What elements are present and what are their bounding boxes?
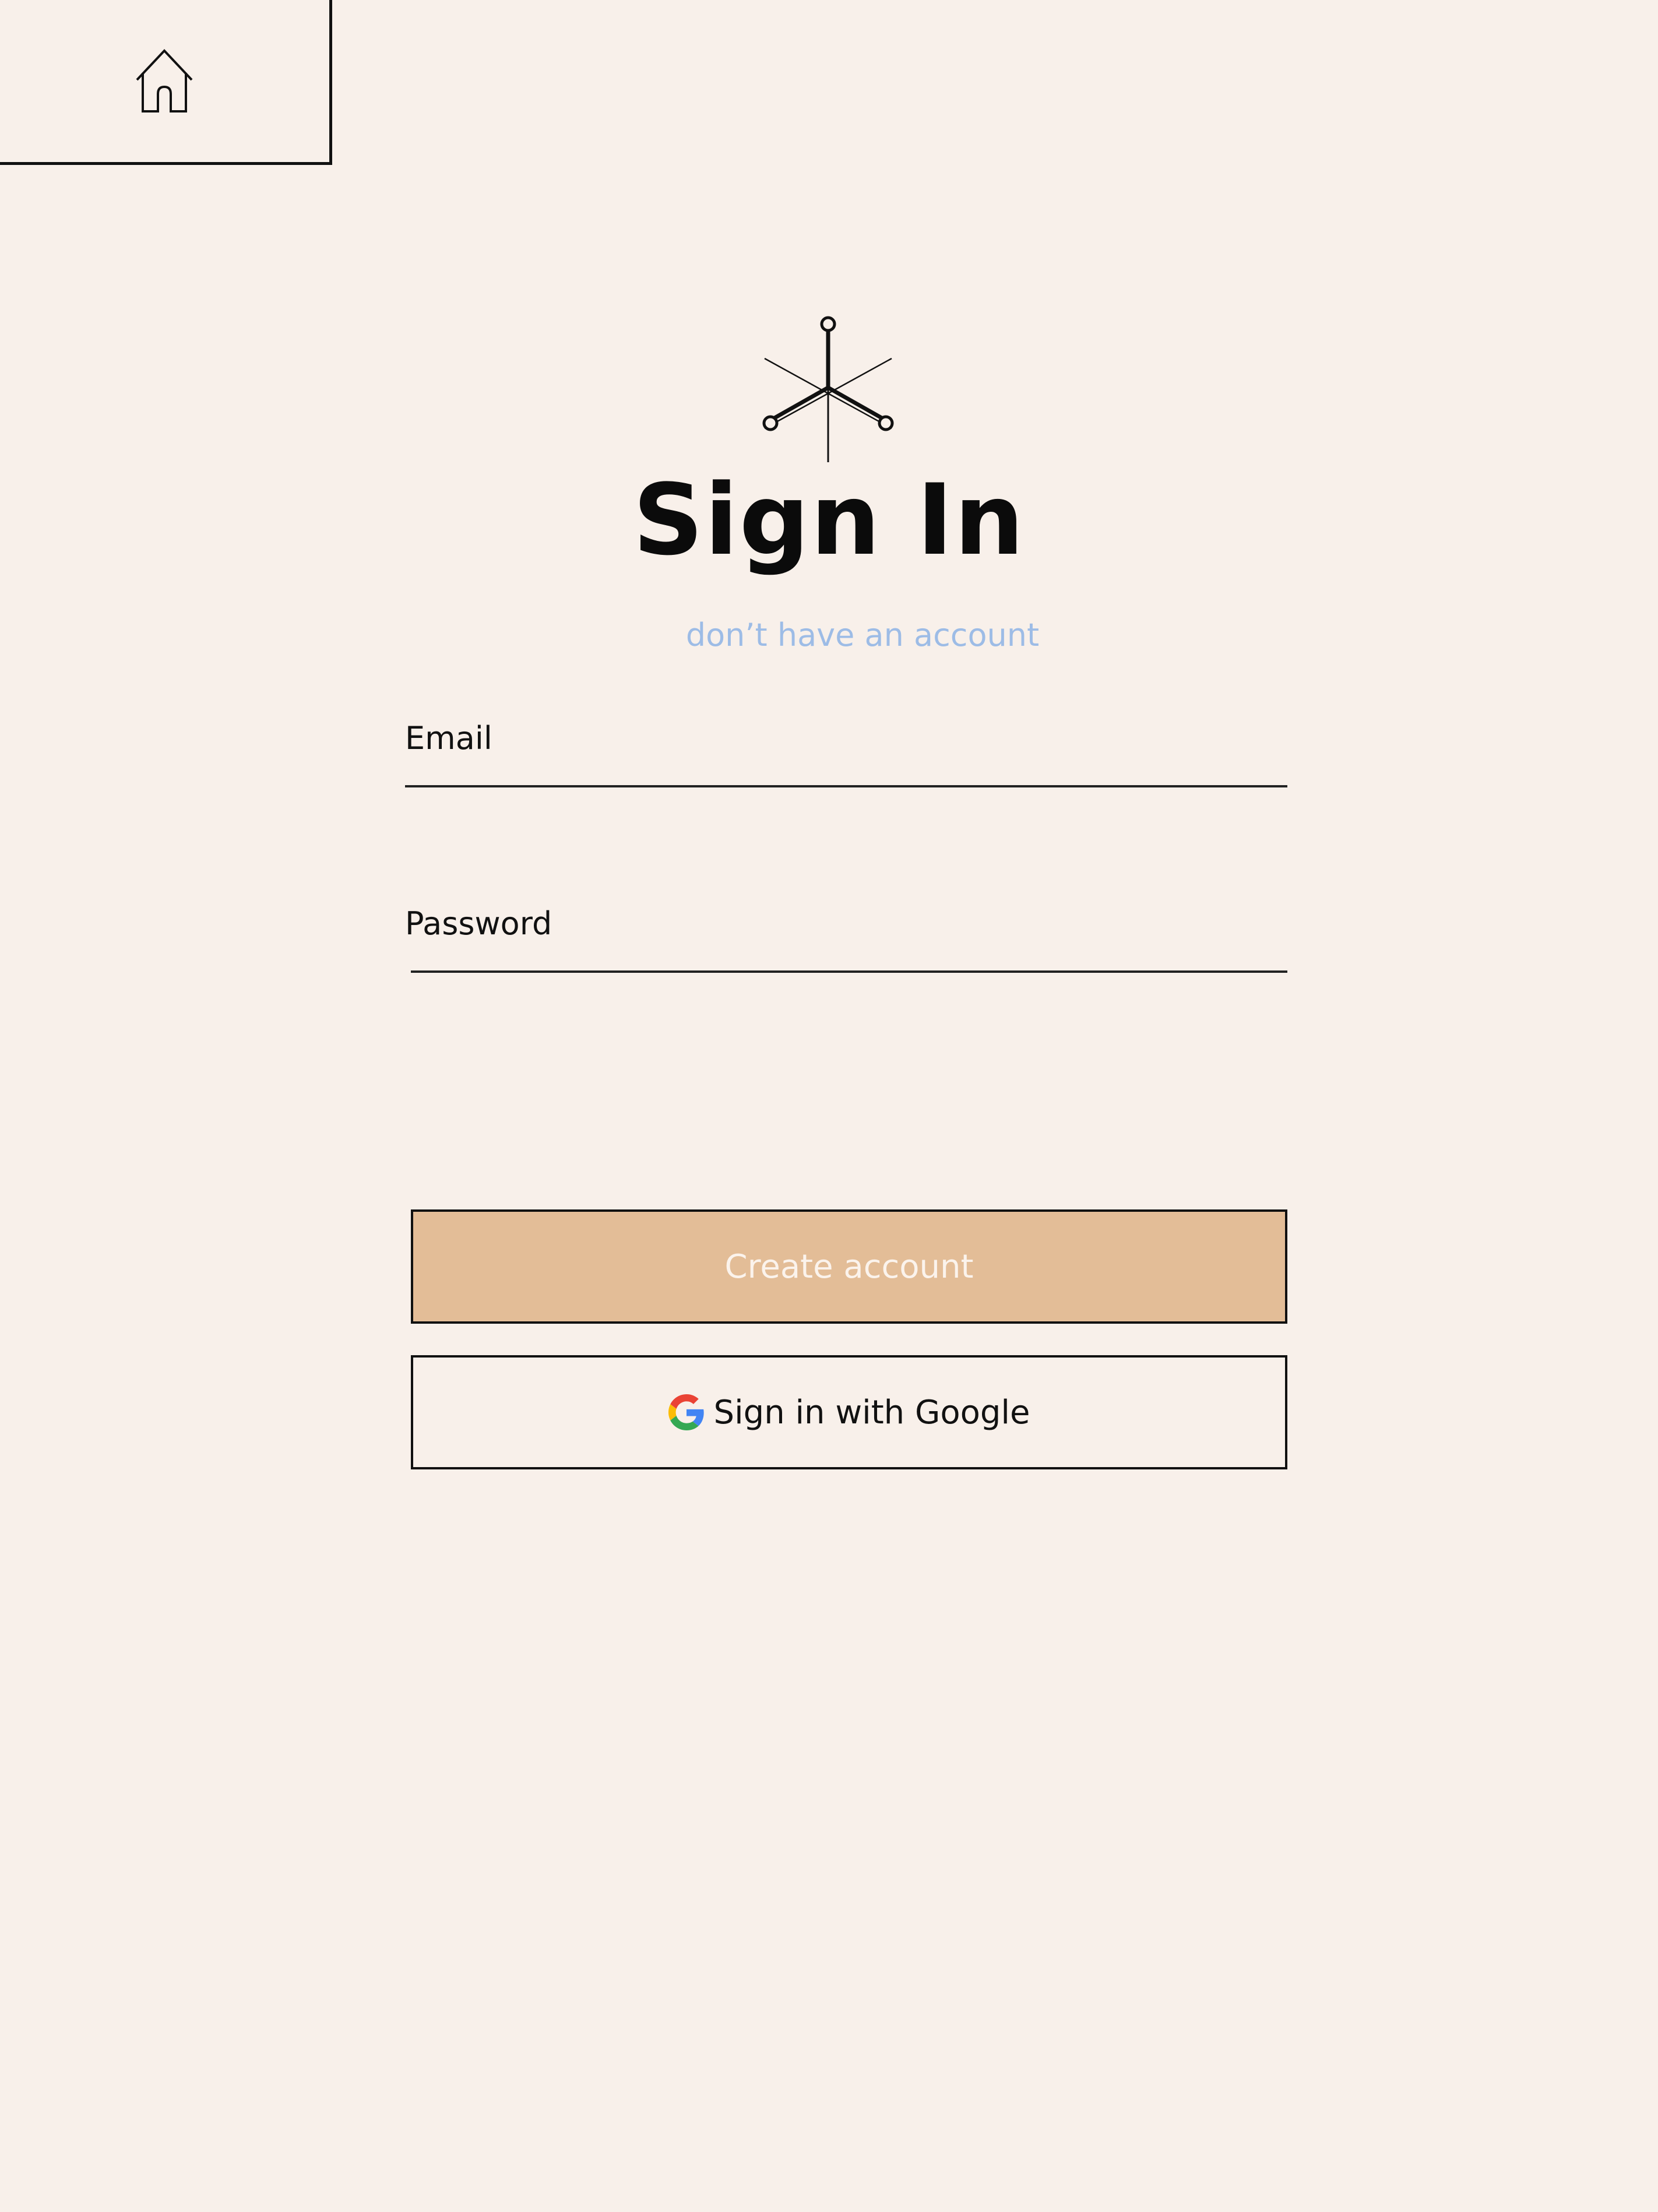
google-signin-button[interactable]: Sign in with Google bbox=[411, 1355, 1287, 1469]
home-button[interactable] bbox=[0, 0, 332, 165]
app-logo-icon bbox=[762, 316, 894, 462]
create-account-link[interactable]: don’t have an account bbox=[641, 612, 1084, 659]
email-field-group: Email bbox=[405, 717, 1287, 787]
page-title: Sign In bbox=[632, 463, 1026, 577]
create-account-button-label: Create account bbox=[724, 1247, 974, 1286]
email-field[interactable] bbox=[405, 717, 1287, 787]
email-label: Email bbox=[405, 720, 492, 757]
password-field-group: Password bbox=[405, 902, 1287, 973]
password-label: Password bbox=[405, 905, 552, 942]
create-account-button[interactable]: Create account bbox=[411, 1209, 1287, 1324]
google-g-icon bbox=[668, 1394, 704, 1430]
home-icon bbox=[136, 48, 193, 112]
google-signin-button-label: Sign in with Google bbox=[713, 1393, 1030, 1432]
